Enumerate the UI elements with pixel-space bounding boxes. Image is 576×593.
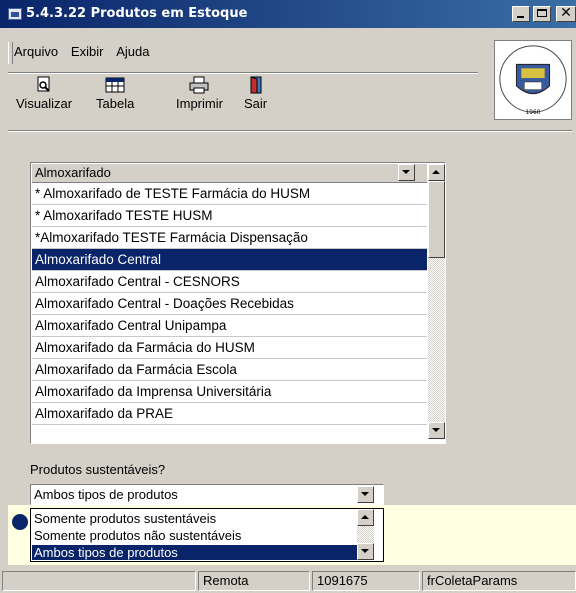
- printer-icon: [189, 76, 209, 94]
- visualizar-label: Visualizar: [16, 96, 73, 111]
- status-panel-blank: [2, 571, 196, 591]
- toolbar-separator: [8, 130, 572, 132]
- list-item-selected[interactable]: Almoxarifado Central: [32, 249, 427, 271]
- svg-text:1960: 1960: [526, 110, 541, 116]
- maximize-button[interactable]: [533, 6, 551, 22]
- sustentaveis-label: Produtos sustentáveis?: [30, 462, 166, 477]
- menu-separator: [8, 72, 478, 74]
- menu-arquivo[interactable]: Arquivo: [14, 44, 58, 59]
- menu-ajuda[interactable]: Ajuda: [116, 44, 149, 59]
- list-item[interactable]: Almoxarifado da Farmácia Escola: [32, 359, 427, 381]
- list-item[interactable]: * Almoxarifado TESTE HUSM: [32, 205, 427, 227]
- status-panel-form: frColetaParams: [422, 571, 576, 591]
- status-panel-user-id: 1091675: [312, 571, 420, 591]
- sustentaveis-dropdown-list[interactable]: Somente produtos sustentáveis Somente pr…: [30, 508, 384, 562]
- list-item[interactable]: * Almoxarifado de TESTE Farmácia do HUSM: [32, 183, 427, 205]
- list-scrollbar-thumb[interactable]: [428, 181, 445, 258]
- menu-grip: [8, 42, 13, 64]
- list-item[interactable]: Almoxarifado Central Unipampa: [32, 315, 427, 337]
- imprimir-button[interactable]: Imprimir: [176, 76, 223, 111]
- list-item[interactable]: Almoxarifado Central - Doações Recebidas: [32, 293, 427, 315]
- menu-exibir[interactable]: Exibir: [71, 44, 104, 59]
- status-bar: Remota 1091675 frColetaParams: [0, 569, 576, 593]
- tabela-button[interactable]: Tabela: [96, 76, 134, 111]
- list-item[interactable]: Almoxarifado Central - CESNORS: [32, 271, 427, 293]
- dropdown-option-selected[interactable]: Ambos tipos de produtos: [32, 545, 365, 560]
- list-header: Almoxarifado: [32, 164, 427, 183]
- almoxarifado-list[interactable]: Almoxarifado * Almoxarifado de TESTE Far…: [30, 162, 446, 444]
- dropdown-scroll-up-button[interactable]: [357, 509, 374, 526]
- info-icon: [12, 514, 28, 530]
- minimize-button[interactable]: [512, 6, 530, 22]
- app-icon[interactable]: [8, 8, 22, 20]
- university-seal-logo: 1960: [494, 40, 572, 120]
- visualizar-button[interactable]: Visualizar: [16, 76, 72, 111]
- dropdown-option[interactable]: Somente produtos não sustentáveis: [32, 528, 365, 543]
- list-item[interactable]: *Almoxarifado TESTE Farmácia Dispensação: [32, 227, 427, 249]
- sustentaveis-selected-value: Ambos tipos de produtos: [34, 487, 178, 502]
- sustentaveis-select[interactable]: Ambos tipos de produtos: [30, 484, 384, 505]
- sustentaveis-dropdown-button[interactable]: [357, 486, 374, 503]
- tabela-label: Tabela: [96, 96, 135, 111]
- sair-button[interactable]: Sair: [244, 76, 267, 111]
- close-button[interactable]: ✕: [556, 6, 576, 22]
- list-scroll-up-button[interactable]: [428, 164, 445, 181]
- sair-label: Sair: [244, 96, 268, 111]
- window-title: 5.4.3.22 Produtos em Estoque: [26, 6, 248, 21]
- list-item[interactable]: Almoxarifado da Imprensa Universitária: [32, 381, 427, 403]
- list-item[interactable]: Almoxarifado da PRAE: [32, 403, 427, 425]
- dropdown-scroll-down-button[interactable]: [357, 543, 374, 560]
- list-header-dropdown-button[interactable]: [398, 164, 415, 181]
- exit-icon: [250, 76, 262, 94]
- imprimir-label: Imprimir: [176, 96, 223, 111]
- list-item[interactable]: Almoxarifado da Farmácia do HUSM: [32, 337, 427, 359]
- title-bar[interactable]: 5.4.3.22 Produtos em Estoque ✕: [0, 0, 576, 28]
- table-icon: [105, 77, 125, 93]
- app-window: 5.4.3.22 Produtos em Estoque ✕ Arquivo E…: [0, 0, 576, 593]
- dropdown-scrollbar-track[interactable]: [357, 526, 374, 543]
- preview-icon: [37, 76, 50, 92]
- list-scroll-down-button[interactable]: [428, 422, 445, 439]
- dropdown-option[interactable]: Somente produtos sustentáveis: [32, 511, 365, 526]
- menu-bar: Arquivo Exibir Ajuda: [14, 44, 159, 64]
- status-panel-connection: Remota: [198, 571, 310, 591]
- list-scrollbar-track[interactable]: [428, 181, 445, 422]
